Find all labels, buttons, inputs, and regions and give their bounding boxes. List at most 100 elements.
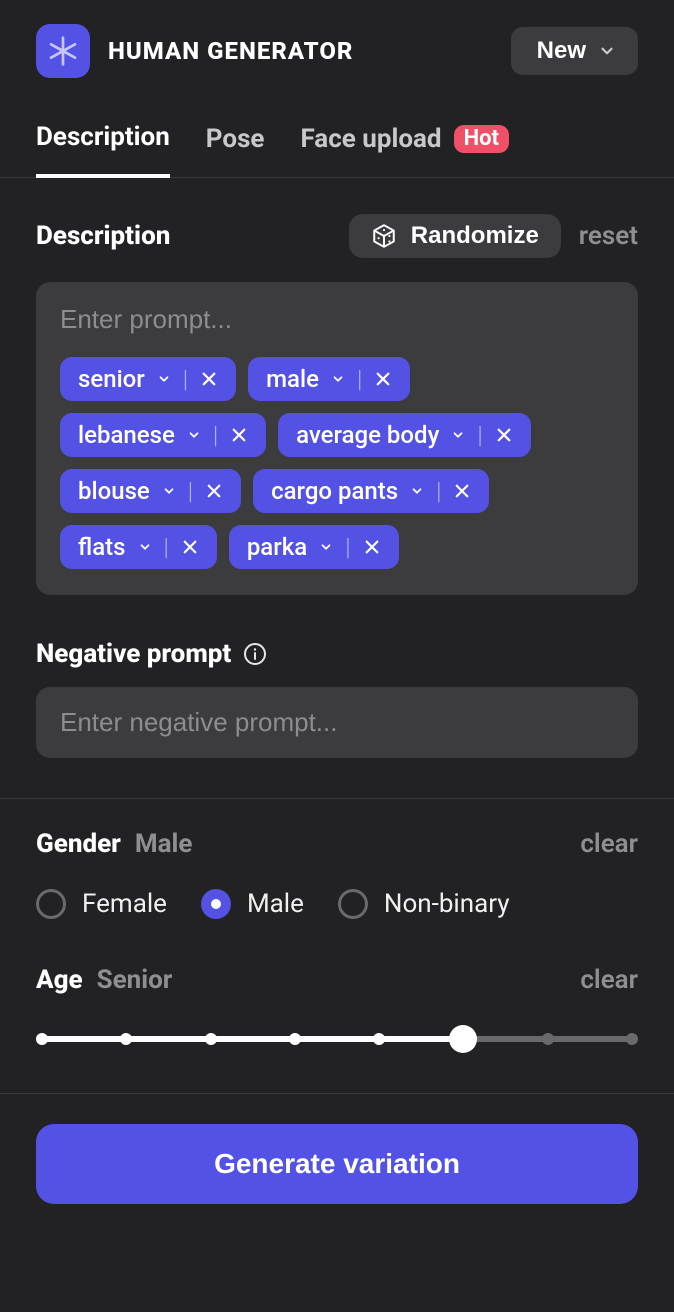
slider-tick xyxy=(36,1033,48,1045)
slider-tick xyxy=(626,1033,638,1045)
description-title: Description xyxy=(36,221,170,251)
chip-label: male xyxy=(266,365,319,393)
radio-option[interactable]: Female xyxy=(36,889,167,919)
gender-radios: Female Male Non-binary xyxy=(36,889,638,919)
chip[interactable]: cargo pants | xyxy=(253,469,489,513)
reset-button[interactable]: reset xyxy=(579,221,638,251)
tab-label: Description xyxy=(36,122,170,152)
brand: HUMAN GENERATOR xyxy=(36,24,353,78)
slider-tick xyxy=(373,1033,385,1045)
randomize-label: Randomize xyxy=(411,222,539,250)
chip[interactable]: average body | xyxy=(278,413,531,457)
close-icon[interactable] xyxy=(374,370,392,388)
app-title: HUMAN GENERATOR xyxy=(108,37,353,65)
chip-separator: | xyxy=(188,477,193,505)
chip-label: cargo pants xyxy=(271,477,398,505)
chip-separator: | xyxy=(357,365,362,393)
slider-tick xyxy=(542,1033,554,1045)
close-icon[interactable] xyxy=(363,538,381,556)
chip[interactable]: blouse | xyxy=(60,469,241,513)
chip-container: senior|male|lebanese|average body|blouse… xyxy=(60,357,614,569)
chip[interactable]: flats | xyxy=(60,525,217,569)
chip-label: average body xyxy=(296,421,439,449)
gender-value: Male xyxy=(135,829,193,859)
tab-face-upload[interactable]: Face upload Hot xyxy=(300,124,509,176)
chip-label: senior xyxy=(78,365,145,393)
chip-label: lebanese xyxy=(78,421,175,449)
radio-circle-icon xyxy=(36,889,66,919)
description-section: Description Randomize reset senior | male |… xyxy=(0,178,674,758)
radio-circle-icon xyxy=(338,889,368,919)
cta-wrap: Generate variation xyxy=(0,1093,674,1204)
new-button[interactable]: New xyxy=(511,27,638,75)
chip-separator: | xyxy=(436,477,441,505)
chevron-down-icon[interactable] xyxy=(187,428,201,442)
radio-option[interactable]: Male xyxy=(201,889,304,919)
negative-prompt-title: Negative prompt xyxy=(36,639,231,669)
slider-tick xyxy=(289,1033,301,1045)
slider-thumb[interactable] xyxy=(449,1025,477,1053)
app-logo xyxy=(36,24,90,78)
gender-header: Gender Male clear xyxy=(36,829,638,859)
close-icon[interactable] xyxy=(200,370,218,388)
radio-option[interactable]: Non-binary xyxy=(338,889,510,919)
prompt-box: senior|male|lebanese|average body|blouse… xyxy=(36,282,638,595)
randomize-button[interactable]: Randomize xyxy=(349,214,561,258)
chip-separator: | xyxy=(183,365,188,393)
slider-track-fill xyxy=(42,1036,463,1042)
header: HUMAN GENERATOR New xyxy=(0,0,674,78)
chip[interactable]: parka | xyxy=(229,525,399,569)
slider-tick xyxy=(205,1033,217,1045)
chip-label: parka xyxy=(247,533,307,561)
chevron-down-icon[interactable] xyxy=(162,484,176,498)
chevron-down-icon[interactable] xyxy=(138,540,152,554)
description-actions: Randomize reset xyxy=(349,214,638,258)
chevron-down-icon[interactable] xyxy=(451,428,465,442)
chevron-down-icon xyxy=(598,42,616,60)
chip-label: flats xyxy=(78,533,126,561)
close-icon[interactable] xyxy=(205,482,223,500)
tab-description[interactable]: Description xyxy=(36,122,170,178)
radio-label: Non-binary xyxy=(384,889,510,919)
chevron-down-icon[interactable] xyxy=(157,372,171,386)
chip-separator: | xyxy=(345,533,350,561)
negative-prompt-header: Negative prompt xyxy=(36,639,638,669)
chip[interactable]: male | xyxy=(248,357,410,401)
hot-badge: Hot xyxy=(454,125,509,153)
gender-clear-button[interactable]: clear xyxy=(580,829,638,859)
new-button-label: New xyxy=(537,37,586,65)
chevron-down-icon[interactable] xyxy=(319,540,333,554)
description-header: Description Randomize reset xyxy=(36,214,638,258)
tabs: Description Pose Face upload Hot xyxy=(0,78,674,178)
chip-label: blouse xyxy=(78,477,150,505)
negative-prompt-box xyxy=(36,687,638,758)
snowflake-icon xyxy=(47,35,79,67)
chip-separator: | xyxy=(164,533,169,561)
age-section: Age Senior clear xyxy=(0,919,674,1053)
prompt-input[interactable] xyxy=(60,304,614,335)
gender-title: Gender xyxy=(36,829,121,859)
radio-circle-icon xyxy=(201,889,231,919)
dice-icon xyxy=(371,223,397,249)
close-icon[interactable] xyxy=(230,426,248,444)
age-clear-button[interactable]: clear xyxy=(580,965,638,995)
info-icon xyxy=(243,642,267,666)
close-icon[interactable] xyxy=(453,482,471,500)
age-header: Age Senior clear xyxy=(36,965,638,995)
radio-label: Male xyxy=(247,889,304,919)
slider-tick xyxy=(120,1033,132,1045)
negative-prompt-input[interactable] xyxy=(60,707,614,738)
age-slider[interactable] xyxy=(36,1025,638,1053)
tab-pose[interactable]: Pose xyxy=(206,124,265,176)
chip-separator: | xyxy=(477,421,482,449)
chevron-down-icon[interactable] xyxy=(331,372,345,386)
chevron-down-icon[interactable] xyxy=(410,484,424,498)
close-icon[interactable] xyxy=(181,538,199,556)
gender-section: Gender Male clear Female Male Non-binary xyxy=(0,799,674,919)
chip-separator: | xyxy=(213,421,218,449)
age-title: Age xyxy=(36,965,83,995)
close-icon[interactable] xyxy=(495,426,513,444)
chip[interactable]: senior | xyxy=(60,357,236,401)
chip[interactable]: lebanese | xyxy=(60,413,266,457)
generate-variation-button[interactable]: Generate variation xyxy=(36,1124,638,1204)
